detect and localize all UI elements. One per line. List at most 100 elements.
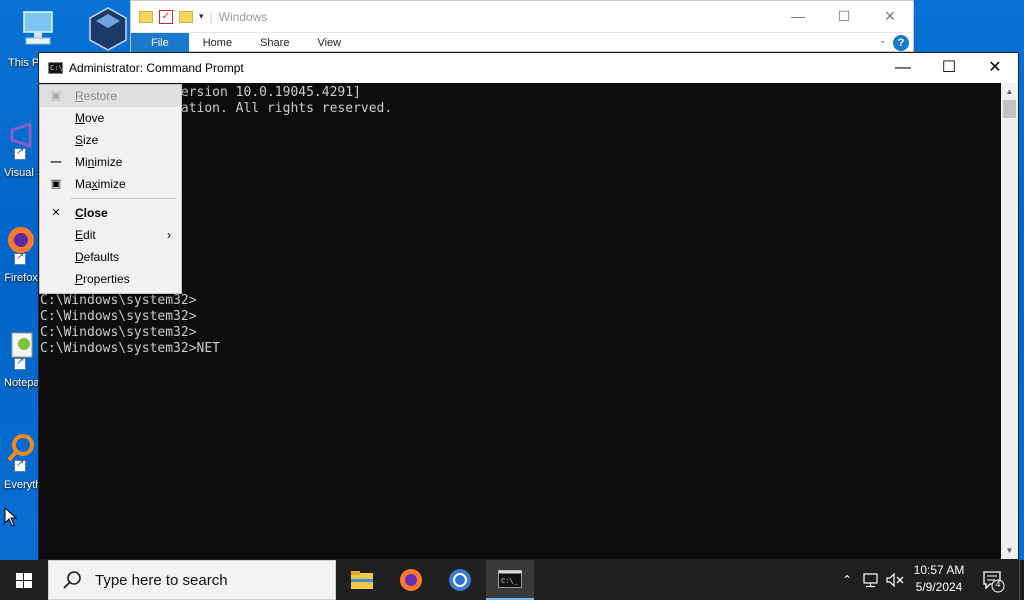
scroll-down-arrow-icon[interactable]: ▼	[1001, 542, 1018, 559]
menu-item-label: Minimize	[75, 155, 123, 169]
menu-separator	[70, 198, 177, 199]
shortcut-arrow-icon	[14, 146, 26, 160]
console-output[interactable]: [Version 10.0.19045.4291] oration. All r…	[39, 83, 1001, 559]
taskbar-search-box[interactable]: Type here to search	[48, 560, 336, 600]
menu-item-move[interactable]: Move	[40, 107, 181, 129]
action-center-button[interactable]: 4	[978, 560, 1008, 600]
show-desktop-button[interactable]	[1019, 560, 1024, 600]
menu-item-label: Edit	[75, 228, 96, 242]
volume-muted-icon	[886, 572, 904, 588]
show-hidden-icons-button[interactable]: ⌃	[838, 560, 856, 600]
chevron-up-icon: ⌃	[841, 573, 853, 587]
menu-item-restore[interactable]: ▣ Restore	[40, 85, 181, 107]
console-line: C:\Windows\system32>	[40, 325, 197, 340]
help-icon[interactable]: ?	[893, 35, 909, 51]
ribbon-expand-chevron-icon[interactable]: ⌄	[879, 35, 887, 46]
taskbar-app-chrome[interactable]	[436, 560, 484, 600]
window-title: Administrator: Command Prompt	[69, 61, 244, 75]
folder-icon	[139, 10, 153, 23]
console-line: 2>	[40, 229, 1001, 245]
clock-time: 10:57 AM	[913, 563, 965, 577]
tab-home[interactable]: Home	[189, 33, 246, 53]
volume-control[interactable]	[884, 560, 906, 600]
submenu-arrow-icon: ›	[167, 228, 171, 242]
menu-item-label: Size	[75, 133, 99, 147]
this-pc-icon	[23, 11, 53, 45]
menu-item-defaults[interactable]: Defaults	[40, 246, 181, 268]
search-icon	[63, 571, 81, 589]
taskbar-clock[interactable]: 10:57 AM 5/9/2024	[906, 562, 972, 596]
maximize-glyph-icon: ▣	[50, 178, 62, 190]
desktop-icon-visual-studio[interactable]: Visual Studio 2022	[4, 120, 38, 179]
network-status[interactable]	[860, 560, 882, 600]
console-line: [Version 10.0.19045.4291]	[40, 85, 361, 100]
menu-item-size[interactable]: Size	[40, 129, 181, 151]
scroll-up-arrow-icon[interactable]: ▲	[1001, 83, 1018, 100]
maximize-button[interactable]: ☐	[821, 1, 867, 32]
maximize-button[interactable]: ☐	[926, 53, 972, 83]
desktop-icon-notepadpp[interactable]: Notepad++	[4, 330, 38, 389]
shortcut-arrow-icon	[14, 458, 26, 472]
desktop-icon-virtualbox[interactable]	[86, 6, 130, 55]
explorer-window[interactable]: ✓ ▾ | Windows — ☐ ✕ File Home Share View…	[130, 0, 914, 53]
search-placeholder: Type here to search	[95, 571, 228, 589]
close-glyph-icon: ✕	[51, 207, 61, 219]
tab-view[interactable]: View	[303, 33, 355, 53]
taskbar-app-file-explorer[interactable]	[338, 560, 386, 600]
notification-count-badge: 4	[995, 579, 1001, 589]
virtualbox-icon	[89, 7, 127, 51]
taskbar: Type here to search C:\_ ⌃ 10:57 AM 5/9/…	[0, 560, 1024, 600]
console-line: 2>	[40, 213, 1001, 229]
minimize-button[interactable]: —	[775, 1, 821, 32]
menu-item-label: Maximize	[75, 177, 126, 191]
file-explorer-icon	[351, 571, 373, 589]
console-line: C:\Windows\system32>NET	[40, 341, 221, 356]
desktop-icon-label: Visual Studio 2022	[4, 167, 38, 179]
explorer-title: Windows	[218, 9, 268, 24]
console-line: 2>	[40, 197, 1001, 213]
menu-item-close[interactable]: ✕ Close	[40, 202, 181, 224]
explorer-caption-buttons: — ☐ ✕	[775, 1, 913, 32]
desktop-icon-label: Firefox	[4, 272, 38, 284]
menu-item-label: Move	[75, 111, 105, 125]
start-button[interactable]	[0, 560, 48, 600]
taskbar-app-command-prompt[interactable]: C:\_	[486, 560, 534, 600]
clock-date: 5/9/2024	[915, 580, 963, 594]
desktop-icon-everything[interactable]: Everything	[4, 432, 38, 491]
console-line: 2>	[40, 261, 1001, 277]
menu-item-edit[interactable]: Edit ›	[40, 224, 181, 246]
firefox-icon	[400, 569, 422, 591]
desktop-icon-label: Notepad++	[4, 377, 38, 389]
minimize-glyph-icon: —	[50, 156, 62, 168]
desktop-icon-firefox[interactable]: Firefox	[4, 225, 38, 284]
svg-text:C:\_: C:\_	[501, 577, 519, 585]
properties-check-icon[interactable]: ✓	[159, 9, 173, 24]
explorer-ribbon: File Home Share View	[131, 32, 913, 53]
cmd-caption-buttons: — ☐ ✕	[880, 53, 1018, 83]
close-button[interactable]: ✕	[972, 53, 1018, 83]
menu-item-maximize[interactable]: ▣ Maximize	[40, 173, 181, 195]
vertical-scrollbar[interactable]: ▲ ▼	[1001, 83, 1018, 559]
network-icon	[863, 573, 878, 588]
tab-share[interactable]: Share	[246, 33, 303, 53]
console-line: C:\Windows\system32>	[40, 293, 197, 308]
restore-icon: ▣	[50, 90, 62, 102]
menu-item-minimize[interactable]: — Minimize	[40, 151, 181, 173]
cmd-icon[interactable]: C:\	[48, 62, 63, 74]
cmd-title-bar[interactable]: C:\ Administrator: Command Prompt — ☐ ✕	[39, 53, 1018, 83]
console-line: oration. All rights reserved.	[40, 101, 393, 116]
new-folder-icon[interactable]	[179, 10, 193, 23]
qat-dropdown-icon[interactable]: ▾	[199, 11, 204, 22]
scroll-thumb[interactable]	[1003, 100, 1016, 118]
taskbar-app-firefox[interactable]	[387, 560, 435, 600]
close-button[interactable]: ✕	[867, 1, 913, 32]
tab-file[interactable]: File	[131, 33, 189, 53]
command-prompt-window[interactable]: C:\ Administrator: Command Prompt — ☐ ✕ …	[38, 52, 1019, 560]
console-line: C:\Windows\system32>	[40, 309, 197, 324]
chrome-icon	[449, 569, 471, 591]
windows-start-icon	[16, 573, 32, 588]
shortcut-arrow-icon	[14, 356, 26, 370]
minimize-button[interactable]: —	[880, 53, 926, 83]
menu-item-properties[interactable]: Properties	[40, 268, 181, 290]
console-line: 2>	[40, 133, 1001, 149]
